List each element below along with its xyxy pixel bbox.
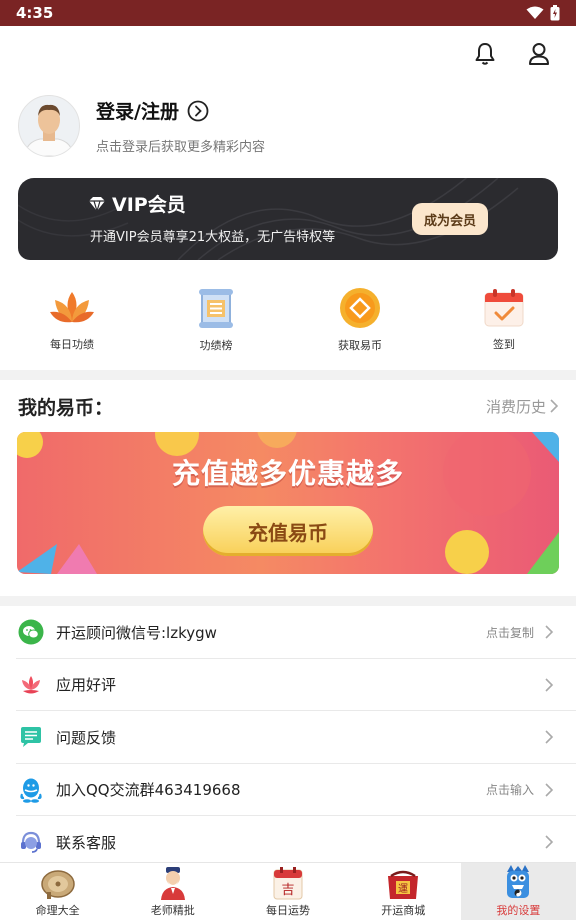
user-button[interactable] [526,41,552,67]
diamond-icon [89,196,105,212]
quick-get-coins[interactable]: 获取易币 [288,270,432,370]
list-item-feedback[interactable]: 问题反馈 [0,711,576,764]
bottom-tab-bar: 命理大全 老师精批 吉 每日运势 運 开运商城 我的设置 [0,862,576,920]
lucky-bag-glyph: 運 [398,883,408,895]
become-member-button[interactable]: 成为会员 [412,203,488,235]
daily-calendar-icon: 吉 [273,867,303,900]
quick-actions: 每日功绩 功绩榜 获取易币 签到 [0,270,576,370]
my-coins-header: 我的易币： 消费历史 [0,380,576,432]
quick-label: 功绩榜 [199,339,233,352]
tab-label: 我的设置 [496,904,541,917]
list-item-label: 联系客服 [56,833,117,852]
tab-lucky-mall[interactable]: 運 开运商城 [346,863,461,920]
settings-list: 开运顾问微信号:lzkygw 点击复制 应用好评 问题反馈 加入QQ交流群463… [0,606,576,869]
recharge-coins-button[interactable]: 充值易币 [203,506,373,556]
list-item-qq-group[interactable]: 加入QQ交流群463419668 点击输入 [0,764,576,817]
divination-plate-icon [40,870,75,899]
tab-label: 命理大全 [35,904,80,917]
list-item-label: 应用好评 [56,676,117,695]
quick-merit-ranking[interactable]: 功绩榜 [144,270,288,370]
tab-daily-fortune[interactable]: 吉 每日运势 [230,863,345,920]
vip-description: 开通VIP会员尊享21大权益，无广告特权等 [90,230,336,245]
chevron-right-icon [545,835,554,849]
qq-icon [18,777,44,803]
scroll-list-icon [199,289,233,328]
recharge-banner[interactable]: 充值越多优惠越多 充值易币 [17,432,559,574]
bell-icon [475,43,495,65]
chevron-right-icon [550,399,558,413]
flower-icon [18,672,44,698]
daily-calendar-glyph: 吉 [281,883,294,898]
vip-banner[interactable]: VIP会员 开通VIP会员尊享21大权益，无广告特权等 成为会员 [0,178,576,268]
chevron-right-icon [545,625,554,639]
quick-label: 签到 [493,338,515,351]
tab-label: 每日运势 [266,904,310,917]
tab-fortune-encyclopedia[interactable]: 命理大全 [0,863,115,920]
tab-label: 开运商城 [381,904,426,917]
quick-label: 每日功绩 [50,338,94,351]
chevron-right-icon [545,678,554,692]
chevron-right-icon [545,783,554,797]
tab-master-reading[interactable]: 老师精批 [115,863,230,920]
tab-label: 老师精批 [150,904,195,917]
avatar[interactable] [18,95,80,157]
login-register-link[interactable]: 登录/注册 [96,97,179,124]
coin-icon [340,288,380,328]
mascot-icon [507,865,530,898]
list-item-customer-service[interactable]: 联系客服 [0,816,576,869]
login-subtitle: 点击登录后获取更多精彩内容 [96,140,266,155]
list-item-wechat-advisor[interactable]: 开运顾问微信号:lzkygw 点击复制 [0,606,576,659]
quick-label: 获取易币 [338,339,382,352]
lucky-bag-icon: 運 [388,870,419,899]
consumption-history-label: 消费历史 [485,397,546,416]
arrow-circle-right-icon[interactable] [187,100,209,122]
section-divider [0,596,576,606]
calendar-check-icon [484,289,524,327]
banner-title: 充值越多优惠越多 [171,457,404,490]
battery-icon [550,5,560,21]
vip-card[interactable]: VIP会员 开通VIP会员尊享21大权益，无广告特权等 成为会员 [18,178,558,260]
list-item-hint: 点击输入 [485,783,534,798]
list-item-label: 加入QQ交流群463419668 [56,781,241,800]
wechat-icon [18,619,44,645]
user-icon [529,43,549,65]
my-coins-title: 我的易币： [18,396,114,419]
lotus-icon [50,292,94,323]
profile-header[interactable]: 登录/注册 点击登录后获取更多精彩内容 [0,82,576,170]
quick-sign-in[interactable]: 签到 [432,270,576,370]
message-icon [18,724,44,750]
top-toolbar [0,26,576,82]
vip-title: VIP会员 [88,190,186,217]
status-time: 4:35 [16,4,54,22]
wifi-icon [526,6,544,19]
notification-button[interactable] [472,41,498,67]
list-item-hint: 点击复制 [485,625,534,640]
headset-icon [18,829,44,855]
avatar-person-icon [24,104,74,156]
vip-title-text: VIP会员 [112,194,186,216]
list-item-label: 问题反馈 [56,728,117,747]
section-divider [0,370,576,380]
chevron-right-icon [545,730,554,744]
master-icon [160,867,185,900]
status-bar: 4:35 [0,0,576,26]
list-item-label: 开运顾问微信号:lzkygw [56,623,217,642]
consumption-history-link[interactable]: 消费历史 [486,396,558,417]
tab-my-settings[interactable]: 我的设置 [460,863,576,920]
quick-daily-merit[interactable]: 每日功绩 [0,270,144,370]
list-item-app-review[interactable]: 应用好评 [0,659,576,712]
